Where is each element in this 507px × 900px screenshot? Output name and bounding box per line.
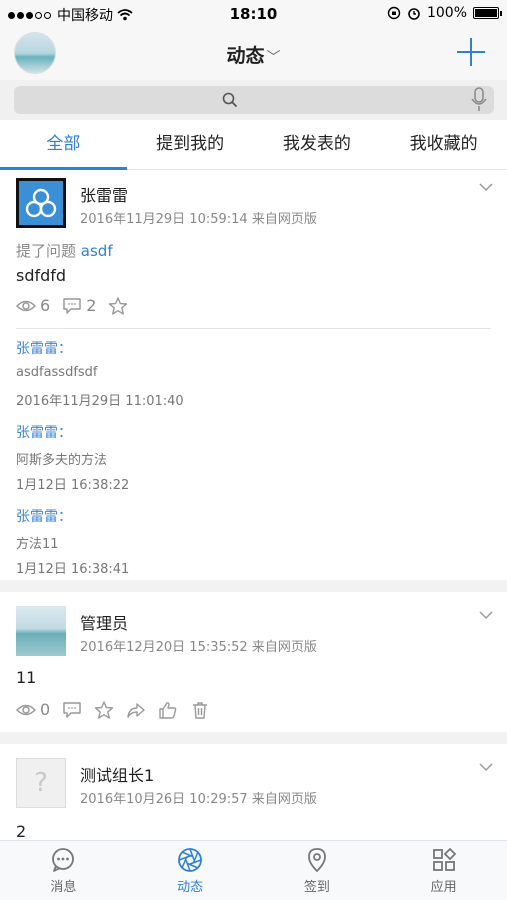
battery-percent: 100% bbox=[426, 5, 467, 21]
author-name[interactable]: 测试组长1 bbox=[80, 762, 154, 786]
favorite-button[interactable] bbox=[108, 296, 128, 315]
chevron-down-icon: ﹀ bbox=[266, 50, 281, 66]
post-content: 2 bbox=[16, 822, 27, 840]
post-actions: 6 2 bbox=[16, 296, 128, 315]
page-title-dropdown[interactable]: 动态 ﹀ bbox=[0, 41, 507, 68]
post-meta: 2016年11月29日 10:59:14 来自网页版 bbox=[80, 212, 317, 227]
post-meta: 2016年12月20日 15:35:52 来自网页版 bbox=[80, 640, 317, 655]
action-prefix: 提了问题 bbox=[16, 242, 77, 260]
battery-icon bbox=[473, 7, 502, 19]
comment-text: 方法11 bbox=[16, 537, 59, 552]
group-logo-icon bbox=[25, 188, 57, 218]
tab-messages[interactable]: 消息 bbox=[0, 841, 127, 900]
orientation-lock-icon bbox=[387, 6, 401, 20]
search-input[interactable] bbox=[14, 86, 494, 114]
comment-button[interactable]: 2 bbox=[62, 296, 96, 315]
author-avatar[interactable] bbox=[16, 178, 66, 228]
comments-count: 2 bbox=[86, 296, 97, 315]
feed-list: 张雷雷 2016年11月29日 10:59:14 来自网页版 提了问题 asdf… bbox=[0, 170, 507, 840]
share-button[interactable] bbox=[126, 701, 146, 719]
chevron-down-icon[interactable] bbox=[479, 610, 493, 620]
post-action: 提了问题 asdf bbox=[16, 240, 113, 261]
bottom-tab-bar: 消息 动态 签到 应用 bbox=[0, 840, 507, 900]
comment-author[interactable]: 张雷雷： bbox=[16, 506, 72, 526]
feed-card: 管理员 2016年12月20日 15:35:52 来自网页版 11 0 bbox=[0, 592, 507, 732]
tab-checkin[interactable]: 签到 bbox=[254, 841, 381, 900]
comment-author[interactable]: 张雷雷： bbox=[16, 338, 72, 358]
tab-all[interactable]: 全部 bbox=[0, 120, 127, 170]
feed-card: 张雷雷 2016年11月29日 10:59:14 来自网页版 提了问题 asdf… bbox=[0, 170, 507, 580]
comment-time: 2016年11月29日 11:01:40 bbox=[16, 394, 184, 409]
question-link[interactable]: asdf bbox=[81, 242, 113, 260]
filter-tabs: 全部 提到我的 我发表的 我收藏的 bbox=[0, 120, 507, 170]
tab-label: 应用 bbox=[430, 880, 457, 895]
views-counter: 0 bbox=[16, 700, 50, 719]
tab-feed[interactable]: 动态 bbox=[127, 841, 254, 900]
alarm-icon bbox=[408, 8, 420, 20]
post-content: sdfdfd bbox=[16, 266, 67, 285]
comment-text: 阿斯多夫的方法 bbox=[16, 453, 108, 468]
chevron-down-icon[interactable] bbox=[479, 182, 493, 192]
eye-icon bbox=[16, 300, 36, 311]
author-name[interactable]: 管理员 bbox=[80, 610, 128, 634]
status-right: 100% bbox=[387, 5, 502, 21]
tab-label: 动态 bbox=[177, 880, 204, 895]
page-title: 动态 bbox=[226, 45, 265, 67]
nav-bar: 动态 ﹀ bbox=[0, 28, 507, 80]
comment-icon bbox=[63, 297, 81, 314]
tab-favorites[interactable]: 我收藏的 bbox=[380, 120, 507, 169]
delete-button[interactable] bbox=[190, 701, 210, 719]
chevron-down-icon[interactable] bbox=[479, 762, 493, 772]
aperture-icon bbox=[178, 848, 203, 872]
post-actions: 0 bbox=[16, 700, 210, 719]
tab-apps[interactable]: 应用 bbox=[380, 841, 507, 900]
post-meta: 2016年10月26日 10:29:57 来自网页版 bbox=[80, 792, 317, 807]
like-button[interactable] bbox=[158, 701, 178, 719]
eye-icon bbox=[16, 704, 36, 715]
comment-time: 1月12日 16:38:41 bbox=[16, 562, 130, 577]
feed-card: ? 测试组长1 2016年10月26日 10:29:57 来自网页版 2 bbox=[0, 744, 507, 840]
tab-label: 消息 bbox=[50, 880, 77, 895]
location-pin-icon bbox=[307, 848, 326, 873]
share-icon bbox=[127, 702, 145, 718]
microphone-icon[interactable] bbox=[470, 87, 488, 113]
comment-button[interactable] bbox=[62, 701, 82, 719]
views-counter: 6 bbox=[16, 296, 50, 315]
author-avatar[interactable] bbox=[16, 606, 66, 656]
comment-icon bbox=[63, 701, 81, 718]
author-avatar-placeholder[interactable]: ? bbox=[16, 758, 66, 808]
status-bar: 中国移动 18:10 100% bbox=[0, 0, 507, 28]
star-icon bbox=[94, 700, 114, 719]
favorite-button[interactable] bbox=[94, 700, 114, 719]
author-name[interactable]: 张雷雷 bbox=[80, 182, 128, 206]
tab-mentioned[interactable]: 提到我的 bbox=[127, 120, 254, 169]
views-count: 0 bbox=[40, 700, 51, 719]
tab-label: 签到 bbox=[303, 880, 330, 895]
comment-time: 1月12日 16:38:22 bbox=[16, 478, 130, 493]
apps-grid-icon bbox=[432, 847, 456, 871]
search-icon bbox=[222, 92, 238, 108]
post-content: 11 bbox=[16, 668, 37, 687]
comment-text: asdfassdfsdf bbox=[16, 365, 98, 380]
tab-my-posts[interactable]: 我发表的 bbox=[254, 120, 381, 169]
search-area bbox=[0, 80, 507, 120]
placeholder-question-icon: ? bbox=[34, 768, 48, 798]
comment-author[interactable]: 张雷雷： bbox=[16, 422, 72, 442]
views-count: 6 bbox=[40, 296, 51, 315]
star-icon bbox=[109, 296, 128, 315]
trash-icon bbox=[193, 701, 208, 719]
message-icon bbox=[52, 848, 75, 872]
divider bbox=[16, 328, 491, 329]
add-post-button[interactable] bbox=[457, 38, 485, 66]
thumbs-up-icon bbox=[159, 701, 177, 719]
